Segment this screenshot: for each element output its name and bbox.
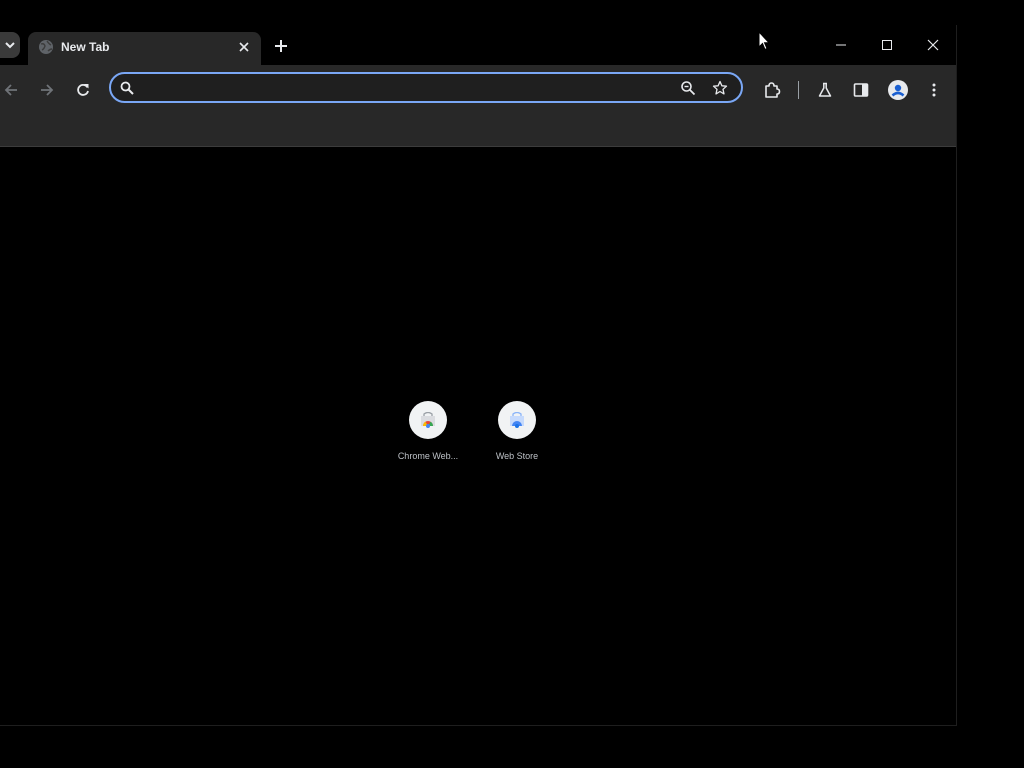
back-button[interactable] bbox=[0, 77, 24, 103]
profile-button[interactable] bbox=[885, 77, 911, 103]
close-icon bbox=[927, 39, 939, 51]
web-store-icon bbox=[510, 412, 524, 428]
chevron-down-icon bbox=[5, 42, 15, 49]
labs-button[interactable] bbox=[812, 77, 838, 103]
star-icon bbox=[712, 80, 728, 95]
forward-button[interactable] bbox=[34, 77, 60, 103]
browser-window: New Tab Chrome Web... Web Store bbox=[0, 25, 957, 726]
new-tab-page: Chrome Web... Web Store bbox=[0, 147, 956, 725]
address-input[interactable] bbox=[143, 78, 667, 100]
tab-new-tab[interactable]: New Tab bbox=[28, 32, 261, 65]
close-icon bbox=[239, 42, 249, 52]
bookmark-button[interactable] bbox=[711, 79, 729, 97]
tab-title: New Tab bbox=[61, 40, 110, 54]
toolbar-divider bbox=[798, 81, 799, 99]
shortcut-icon-container bbox=[498, 401, 536, 439]
reload-icon bbox=[77, 84, 89, 96]
tab-search-button[interactable] bbox=[0, 32, 20, 58]
back-arrow-icon bbox=[4, 84, 17, 96]
side-panel-button[interactable] bbox=[848, 77, 874, 103]
menu-button[interactable] bbox=[921, 77, 947, 103]
shortcut-label: Web Store bbox=[495, 451, 539, 461]
new-tab-button[interactable] bbox=[271, 36, 291, 56]
close-tab-button[interactable] bbox=[235, 38, 253, 56]
side-panel-icon bbox=[853, 83, 869, 97]
shortcut-icon-container bbox=[409, 401, 447, 439]
plus-icon bbox=[275, 40, 287, 52]
reload-button[interactable] bbox=[70, 77, 96, 103]
flask-icon bbox=[818, 82, 832, 97]
shortcut-label: Chrome Web... bbox=[397, 451, 459, 461]
search-icon bbox=[120, 81, 134, 95]
zoom-out-icon bbox=[681, 81, 696, 96]
maximize-button[interactable] bbox=[864, 33, 910, 57]
more-vert-icon bbox=[932, 83, 936, 97]
extensions-button[interactable] bbox=[759, 77, 785, 103]
chrome-web-store-icon bbox=[421, 412, 435, 428]
minimize-button[interactable] bbox=[818, 33, 864, 57]
forward-arrow-icon bbox=[41, 84, 54, 96]
avatar-icon bbox=[888, 80, 908, 100]
address-bar[interactable] bbox=[109, 72, 743, 103]
maximize-icon bbox=[882, 40, 892, 50]
shortcut-chrome-web-store[interactable]: Chrome Web... bbox=[388, 401, 468, 461]
title-bar: New Tab bbox=[0, 25, 956, 65]
close-window-button[interactable] bbox=[910, 33, 956, 57]
puzzle-icon bbox=[765, 82, 781, 98]
mouse-cursor-icon bbox=[758, 31, 770, 51]
zoom-button[interactable] bbox=[679, 79, 697, 97]
toolbar bbox=[0, 65, 956, 147]
shortcut-web-store[interactable]: Web Store bbox=[477, 401, 557, 461]
globe-icon bbox=[39, 40, 53, 54]
minimize-icon bbox=[836, 44, 846, 46]
